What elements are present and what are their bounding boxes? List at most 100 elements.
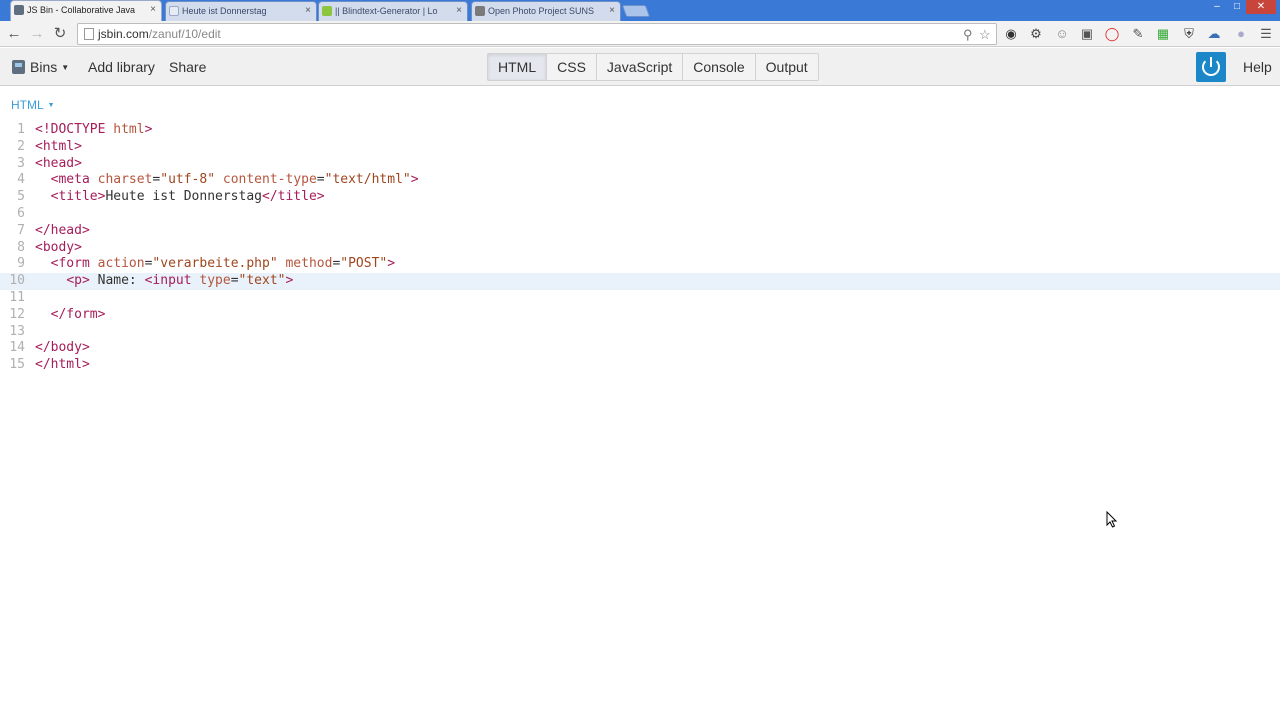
line-code: <!DOCTYPE html>: [35, 122, 153, 137]
address-bar[interactable]: jsbin.com/zanuf/10/edit ⚲ ☆: [77, 23, 997, 45]
bins-label: Bins: [30, 59, 58, 75]
browser-tab-strip: JS Bin - Collaborative Java × Heute ist …: [0, 0, 1280, 21]
tab-close-icon[interactable]: ×: [456, 2, 462, 20]
line-code: <head>: [35, 155, 82, 171]
code-line[interactable]: 4 <meta charset="utf-8" content-type="te…: [0, 172, 1280, 189]
forward-arrow-icon[interactable]: →: [28, 25, 46, 43]
jsbin-favicon-icon: [14, 5, 24, 15]
code-line[interactable]: 2 <html>: [0, 139, 1280, 156]
line-number: 11: [9, 289, 25, 305]
line-number: 6: [17, 205, 25, 221]
code-line[interactable]: 15 </html>: [0, 357, 1280, 374]
line-code: <body>: [35, 239, 82, 255]
blindtext-favicon-icon: [322, 6, 332, 16]
line-number: 9: [17, 256, 25, 272]
tab-output-panel[interactable]: Output: [756, 54, 818, 80]
login-power-button[interactable]: [1196, 52, 1226, 82]
code-line[interactable]: 12 </form>: [0, 307, 1280, 324]
tab-close-icon[interactable]: ×: [305, 2, 311, 20]
close-window-button[interactable]: ✕: [1246, 0, 1276, 14]
tab-open-photo-project[interactable]: Open Photo Project SUNS ×: [471, 1, 621, 21]
line-number: 14: [9, 340, 25, 356]
bookmark-star-icon[interactable]: ☆: [979, 27, 991, 43]
share-button[interactable]: Share: [169, 58, 206, 76]
reload-icon[interactable]: ↻: [51, 25, 69, 43]
code-line[interactable]: 13: [0, 324, 1280, 341]
url-text: jsbin.com/zanuf/10/edit: [98, 27, 221, 41]
tab-title: JS Bin - Collaborative Java: [27, 5, 135, 15]
line-code: <title>Heute ist Donnerstag</title>: [50, 189, 325, 205]
tab-javascript-panel[interactable]: JavaScript: [597, 54, 684, 80]
tab-title: Heute ist Donnerstag: [182, 6, 267, 16]
new-tab-button[interactable]: [621, 5, 651, 17]
extension-eyedropper-icon[interactable]: ✎: [1130, 26, 1146, 42]
code-line[interactable]: 3 <head>: [0, 156, 1280, 173]
tab-title: Open Photo Project SUNS: [488, 6, 595, 16]
extension-screenshot-icon[interactable]: ▣: [1079, 26, 1095, 42]
line-code: </body>: [35, 340, 90, 356]
jsbin-toolbar: Bins ▼ Add library Share HTML CSS JavaScr…: [0, 48, 1280, 86]
caret-down-icon: ▼: [61, 63, 70, 73]
code-line[interactable]: 1 <!DOCTYPE html>: [0, 122, 1280, 139]
line-number: 13: [9, 323, 25, 339]
line-code: <html>: [35, 138, 82, 154]
line-code: </form>: [50, 306, 106, 322]
chrome-menu-icon[interactable]: ☰: [1258, 26, 1274, 42]
tab-html-panel[interactable]: HTML: [488, 54, 548, 80]
line-number: 4: [17, 172, 25, 188]
extension-shield-icon[interactable]: ⛨: [1181, 26, 1197, 42]
code-line[interactable]: 8 <body>: [0, 240, 1280, 257]
code-line[interactable]: 5 <title>Heute ist Donnerstag</title>: [0, 189, 1280, 206]
page-icon: [84, 28, 94, 40]
tab-jsbin[interactable]: JS Bin - Collaborative Java ×: [10, 0, 162, 21]
back-arrow-icon[interactable]: ←: [5, 25, 23, 43]
extension-compass-icon[interactable]: ◉: [1003, 26, 1019, 42]
code-editor[interactable]: 1 <!DOCTYPE html> 2 <html> 3 <head> 4 <meta ch…: [0, 122, 1280, 374]
line-code: </head>: [35, 222, 90, 238]
extension-opera-icon[interactable]: ◯: [1104, 26, 1120, 42]
line-number: 5: [17, 189, 25, 205]
browser-toolbar: ← → ↻ jsbin.com/zanuf/10/edit ⚲ ☆ ◉ ⚙ ☺ …: [0, 21, 1280, 47]
line-number: 12: [9, 306, 25, 322]
line-number: 3: [17, 155, 25, 171]
zoom-search-icon[interactable]: ⚲: [963, 27, 973, 43]
html-panel-label[interactable]: HTML ▼: [11, 98, 55, 112]
extension-users-icon[interactable]: ☺: [1054, 26, 1070, 42]
photo-favicon-icon: [475, 6, 485, 16]
line-number: 15: [9, 357, 25, 373]
line-code: <meta charset="utf-8" content-type="text…: [50, 172, 419, 188]
line-number: 8: [17, 239, 25, 255]
code-line[interactable]: 14 </body>: [0, 340, 1280, 357]
help-button[interactable]: Help: [1243, 58, 1272, 76]
extension-gear-icon[interactable]: ⚙: [1028, 26, 1044, 42]
page-favicon-icon: [169, 6, 179, 16]
extension-ghost-icon[interactable]: ●: [1233, 26, 1249, 42]
code-line[interactable]: 9 <form action="verarbeite.php" method="…: [0, 256, 1280, 273]
line-number: 1: [17, 122, 25, 137]
extension-cloud-icon[interactable]: ☁: [1206, 26, 1222, 42]
extension-puzzle-icon[interactable]: ▦: [1155, 26, 1171, 42]
tab-title: || Blindtext-Generator | Lo: [335, 6, 438, 16]
tab-heute-ist-donnerstag[interactable]: Heute ist Donnerstag ×: [165, 1, 317, 21]
line-code: <form action="verarbeite.php" method="PO…: [50, 256, 396, 272]
tab-css-panel[interactable]: CSS: [547, 54, 597, 80]
tab-close-icon[interactable]: ×: [150, 1, 156, 19]
panel-toggle-group: HTML CSS JavaScript Console Output: [487, 53, 819, 81]
tab-close-icon[interactable]: ×: [609, 2, 615, 20]
minimize-button[interactable]: –: [1206, 0, 1228, 14]
maximize-button[interactable]: □: [1228, 0, 1246, 14]
code-line[interactable]: 11: [0, 290, 1280, 307]
code-line[interactable]: 6: [0, 206, 1280, 223]
tab-blindtext-generator[interactable]: || Blindtext-Generator | Lo ×: [318, 1, 468, 21]
line-number: 7: [17, 222, 25, 238]
caret-down-icon: ▼: [47, 102, 55, 110]
tab-console-panel[interactable]: Console: [683, 54, 756, 80]
mouse-pointer-icon: [1106, 511, 1118, 528]
code-line[interactable]: 10 <p> Name: <input type="text">: [0, 273, 1280, 290]
line-code: <p> Name: <input type="text">: [66, 273, 294, 289]
line-code: </html>: [35, 357, 90, 373]
bins-menu-button[interactable]: Bins ▼: [12, 58, 69, 76]
code-line[interactable]: 7 </head>: [0, 223, 1280, 240]
add-library-button[interactable]: Add library: [88, 58, 155, 76]
jsbin-logo-icon: [12, 60, 25, 74]
